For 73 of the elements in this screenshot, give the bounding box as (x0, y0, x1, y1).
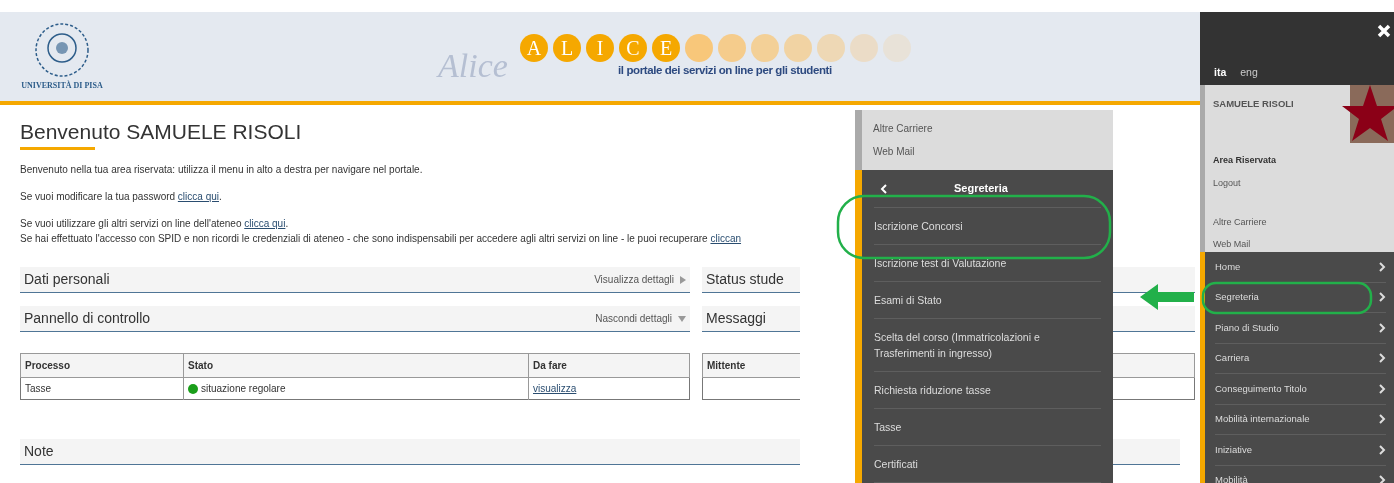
panel-title: Note (24, 442, 54, 461)
photo-placeholder (883, 33, 911, 62)
photo-placeholder (718, 33, 746, 62)
menu-link[interactable]: Altre Carriere (873, 121, 1113, 136)
user-name: SAMUELE RISOLI (1213, 97, 1295, 111)
photo-placeholder (817, 33, 845, 62)
page-title: Benvenuto SAMUELE RISOLI (20, 119, 302, 145)
menu-link[interactable]: Web Mail (1213, 237, 1394, 252)
submenu-item[interactable]: Richiesta riduzione tasse (874, 372, 1101, 409)
submenu-item[interactable]: Certificati (874, 446, 1101, 483)
photo-placeholder (685, 33, 713, 62)
side-menu-item[interactable]: Carriera (1215, 343, 1386, 374)
side-menu-item[interactable]: Home (1215, 252, 1386, 283)
chevron-right-icon (1379, 322, 1386, 333)
chevron-right-icon (1379, 444, 1386, 455)
submenu-item[interactable]: Esami di Stato (874, 282, 1101, 319)
caret-right-icon (680, 275, 686, 284)
logo-letter: C (619, 33, 647, 62)
chevron-right-icon (1379, 261, 1386, 272)
panel-title: Dati personali (24, 270, 110, 289)
portal-tagline: il portale dei servizi on line per gli studenti (618, 62, 833, 78)
column-header: Processo (20, 353, 184, 378)
logo-letter: E (652, 33, 680, 62)
university-name: UNIVERSITÀ DI PISA (21, 79, 103, 92)
chevron-right-icon (1379, 383, 1386, 394)
panel-title: Status stude (706, 270, 784, 289)
side-menu-item[interactable]: Segreteria (1215, 282, 1386, 313)
info-text: Se vuoi utilizzare gli altri servizi on line dell'ateneo clicca qui. (20, 217, 289, 231)
language-option[interactable]: eng (1240, 65, 1258, 81)
logo-letter: A (520, 33, 548, 62)
language-option[interactable]: ita (1214, 65, 1227, 81)
logout-link[interactable]: Logout (1213, 176, 1394, 191)
arrow-drawing (1140, 284, 1194, 310)
back-chevron-icon[interactable] (880, 183, 887, 194)
logo-letter: L (553, 33, 581, 62)
view-link[interactable]: visualizza (533, 383, 577, 394)
info-text: Se vuoi modificare la tua password clicca qui. (20, 190, 222, 204)
menu-link[interactable]: Altre Carriere (1213, 216, 1394, 230)
chevron-right-icon (1379, 292, 1386, 303)
side-menu-item[interactable]: Mobilità (1215, 465, 1386, 483)
photo-placeholder (784, 33, 812, 62)
panel-title: Pannello di controllo (24, 309, 151, 328)
chevron-right-icon (1379, 414, 1386, 425)
panel-title: Messaggi (706, 309, 766, 328)
details-toggle[interactable]: Visualizza dettagli (594, 272, 686, 287)
submenu-item[interactable]: Iscrizione test di Valutazione (874, 245, 1101, 282)
section-title: Area Riservata (1213, 154, 1278, 168)
photo-placeholder (751, 33, 779, 62)
submenu-item[interactable]: Tasse (874, 409, 1101, 446)
column-header: Da fare (528, 353, 690, 378)
close-icon[interactable] (1377, 24, 1391, 38)
table-cell: Tasse (20, 377, 184, 400)
info-text: Benvenuto nella tua area riservata: utilizza il menu in alto a destra per navigare nel portale. (20, 163, 423, 177)
side-menu-item[interactable]: Conseguimento Titolo (1215, 374, 1386, 405)
submenu-title: Segreteria (954, 181, 1008, 197)
column-header: Stato (183, 353, 529, 378)
link[interactable]: clicca qui (177, 191, 219, 202)
chevron-right-icon (1379, 475, 1386, 483)
side-menu-item[interactable]: Piano di Studio (1215, 313, 1386, 344)
caret-down-icon (678, 315, 686, 322)
side-menu-item[interactable]: Iniziative (1215, 435, 1386, 466)
menu-link[interactable]: Web Mail (873, 144, 1113, 159)
side-menu-item[interactable]: Mobilità internazionale (1215, 404, 1386, 435)
link[interactable]: cliccan (710, 233, 742, 244)
logo-letter: I (586, 33, 614, 62)
submenu-item[interactable]: Scelta del corso (Immatricolazioni e Trasferimenti in ingresso) (874, 319, 1101, 372)
details-toggle[interactable]: Nascondi dettagli (595, 311, 686, 326)
chevron-right-icon (1379, 353, 1386, 364)
photo-placeholder (850, 33, 878, 62)
star-icon (1342, 85, 1394, 143)
seal-icon (34, 21, 90, 78)
status-text: situazione regolare (201, 382, 286, 396)
info-text: Se hai effettuato l'accesso con SPID e non ricordi le credenziali di ateneo - che sono indispensabili per accedere agli altri servizi on line - le puoi recuperare cliccan (20, 232, 742, 246)
